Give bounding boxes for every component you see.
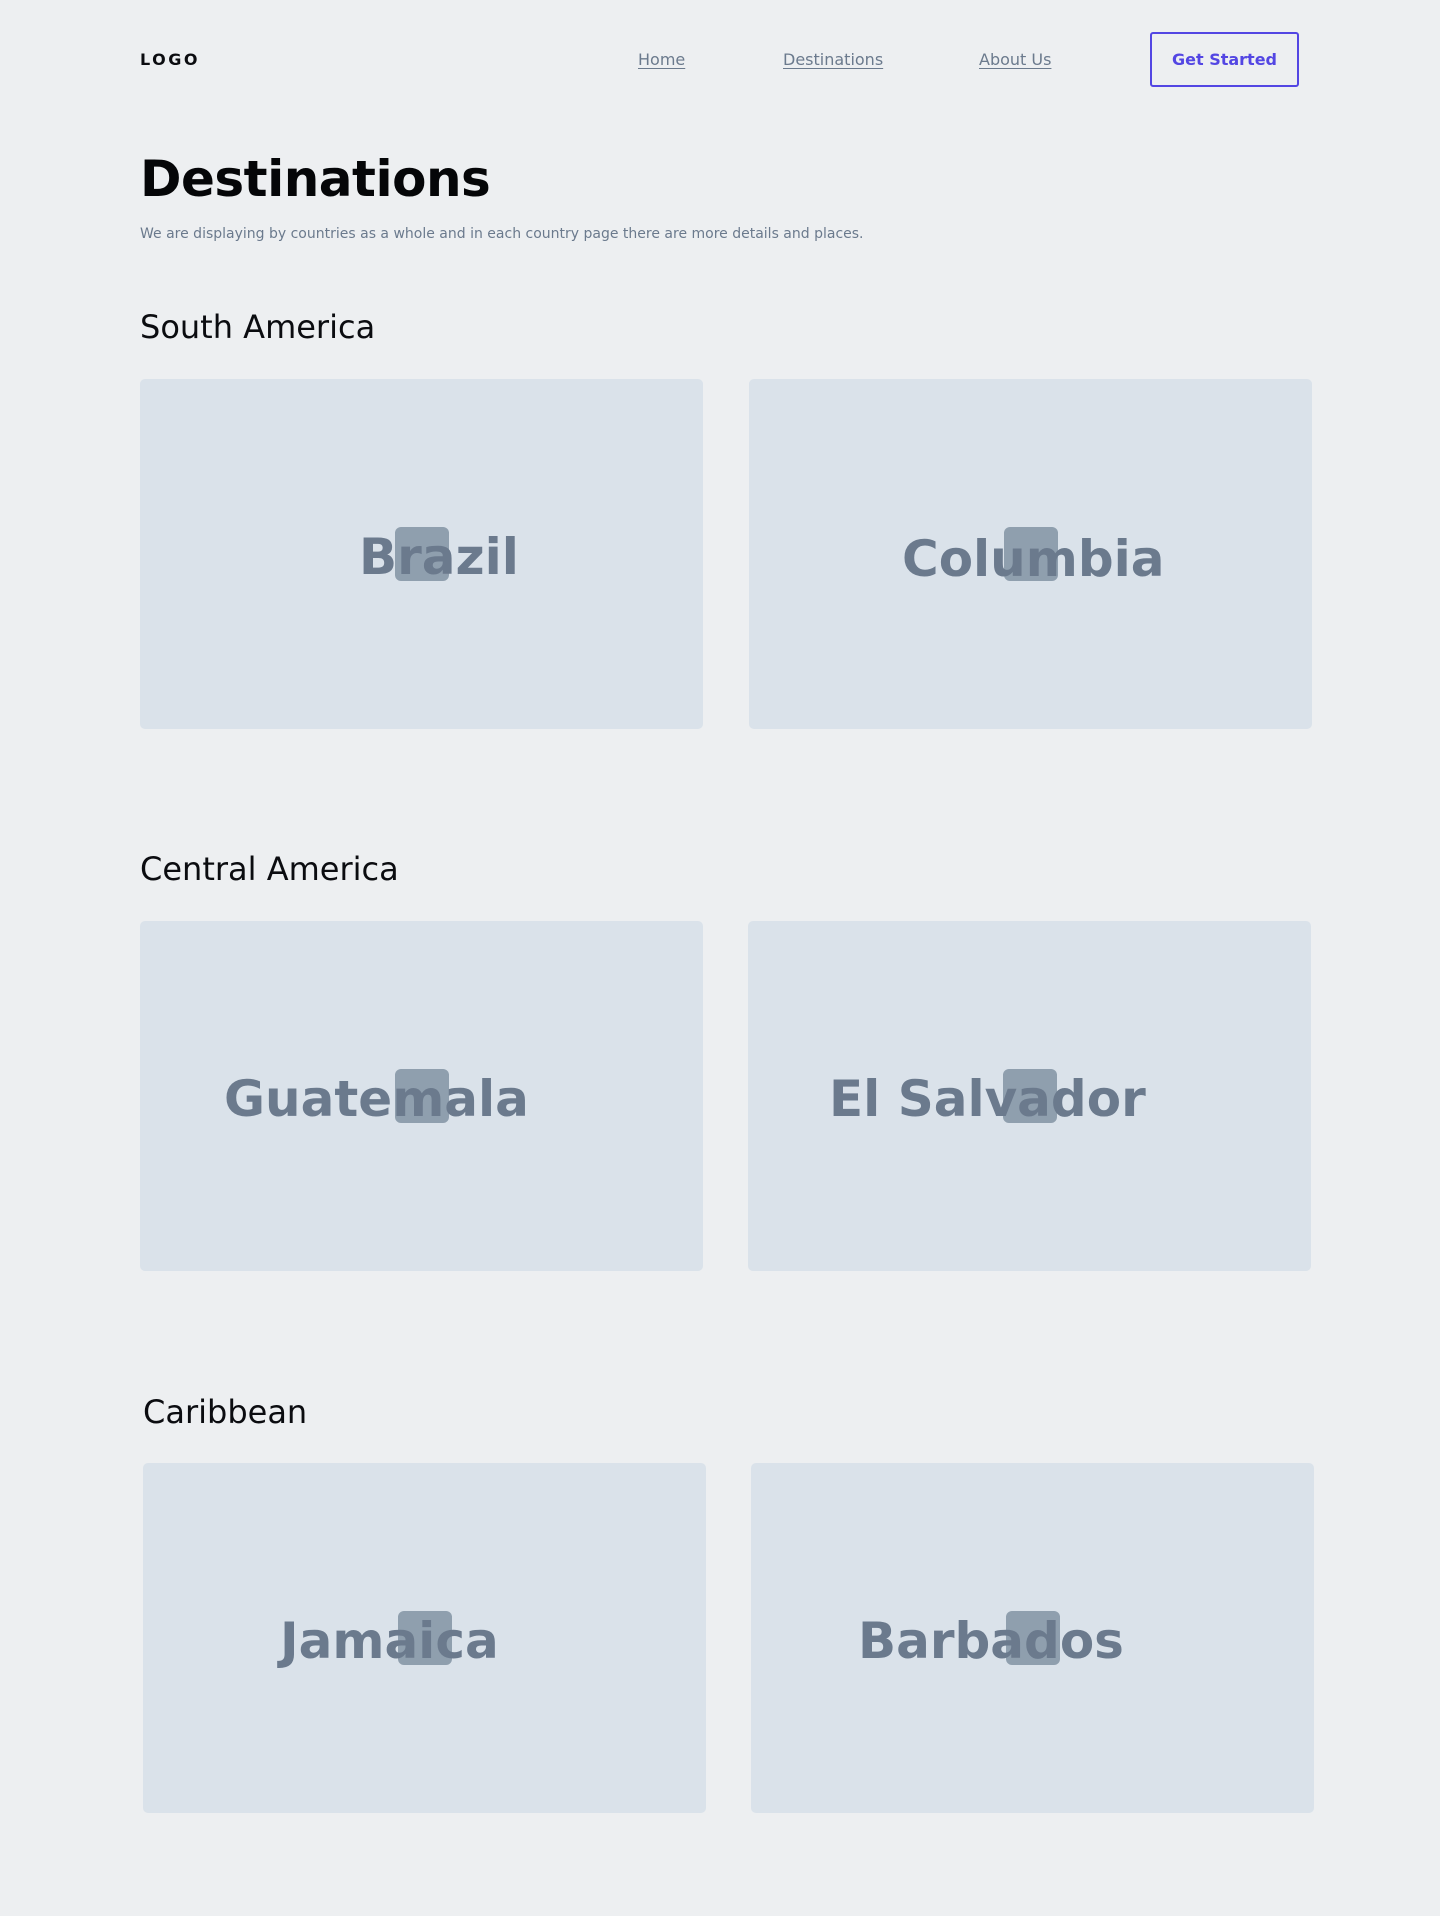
region-title-caribbean: Caribbean	[143, 1393, 308, 1431]
nav-link-destinations[interactable]: Destinations	[783, 50, 883, 69]
destination-card-barbados[interactable]: Barbados	[751, 1463, 1314, 1813]
destination-card-el-salvador[interactable]: El Salvador	[748, 921, 1311, 1271]
destination-name: Jamaica	[280, 1612, 499, 1670]
destination-name: Brazil	[359, 528, 519, 586]
destination-card-brazil[interactable]: Brazil	[140, 379, 703, 729]
nav-link-home[interactable]: Home	[638, 50, 685, 69]
destination-name: Guatemala	[224, 1070, 529, 1128]
top-navigation: LOGO Home Destinations About Us Get Star…	[0, 0, 1440, 120]
destination-name: El Salvador	[829, 1070, 1146, 1128]
get-started-button[interactable]: Get Started	[1150, 32, 1299, 87]
nav-link-about-us[interactable]: About Us	[979, 50, 1051, 69]
page-subtitle: We are displaying by countries as a whol…	[140, 226, 864, 242]
region-title-south-america: South America	[140, 308, 376, 346]
destination-card-jamaica[interactable]: Jamaica	[143, 1463, 706, 1813]
destination-name: Barbados	[858, 1612, 1124, 1670]
page-title: Destinations	[140, 150, 491, 208]
logo[interactable]: LOGO	[140, 50, 200, 69]
destination-name: Columbia	[902, 530, 1165, 588]
region-title-central-america: Central America	[140, 850, 399, 888]
destination-card-columbia[interactable]: Columbia	[749, 379, 1312, 729]
destination-card-guatemala[interactable]: Guatemala	[140, 921, 703, 1271]
